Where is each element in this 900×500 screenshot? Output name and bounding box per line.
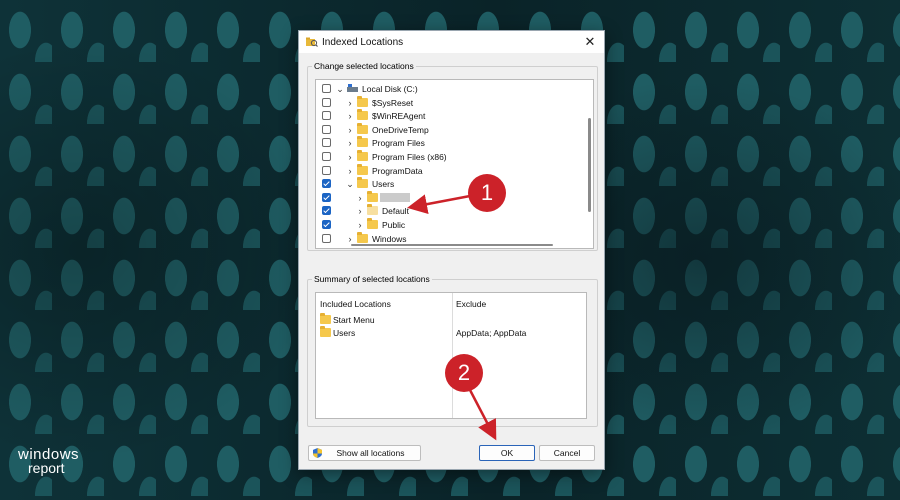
window-title: Indexed Locations [322, 37, 404, 48]
brand-line-2: report [28, 460, 65, 477]
indexed-locations-dialog: Indexed Locations ✕ Change selected loca… [298, 30, 605, 470]
location-checkbox[interactable] [322, 220, 331, 229]
cancel-label: Cancel [553, 448, 581, 458]
location-checkbox[interactable] [322, 165, 331, 175]
location-checkbox[interactable] [322, 138, 331, 148]
tree-item-label: Users [372, 179, 395, 190]
cancel-button[interactable]: Cancel [539, 445, 595, 461]
folder-icon [357, 163, 368, 175]
tree-item-label: Program Files (x86) [372, 152, 447, 162]
close-button[interactable]: ✕ [576, 31, 604, 53]
location-checkbox[interactable] [322, 206, 331, 216]
uac-shield-icon [313, 448, 322, 458]
location-checkbox[interactable] [322, 124, 331, 134]
summary-group: Summary of selected locations Included L… [307, 274, 598, 427]
redacted-label [380, 192, 410, 202]
indexing-options-icon [306, 37, 318, 47]
step-2-badge: 2 [445, 354, 483, 392]
chevron-right-icon[interactable]: › [346, 137, 354, 149]
chevron-right-icon[interactable]: › [346, 124, 354, 136]
chevron-down-icon[interactable]: ⌄ [346, 178, 354, 190]
location-tree[interactable]: ⌄ Local Disk (C:) › $SysReset › $WinREAgent › O… [315, 79, 594, 249]
tree-row[interactable]: ⌄ Users [316, 177, 578, 191]
chevron-down-icon[interactable]: ⌄ [336, 83, 344, 95]
tree-item-label: Windows [372, 233, 407, 244]
tree-row[interactable]: › Program Files (x86) [316, 150, 578, 164]
folder-icon [367, 190, 378, 202]
chevron-right-icon[interactable]: › [346, 110, 354, 122]
tree-vertical-scrollbar[interactable] [588, 118, 591, 212]
exclude-column-header: Exclude [456, 299, 487, 309]
tree-item-label: $WinREAgent [372, 111, 426, 122]
tree-row[interactable]: › Windows [316, 231, 578, 246]
tree-item-label: ProgramData [372, 165, 423, 176]
folder-icon [357, 136, 368, 148]
included-location: Start Menu [333, 315, 375, 325]
chevron-right-icon[interactable]: › [356, 192, 364, 204]
exclude-value: AppData; AppData [456, 328, 527, 338]
folder-icon [357, 177, 368, 189]
location-checkbox[interactable] [322, 233, 331, 243]
chevron-right-icon[interactable]: › [346, 233, 354, 245]
close-icon: ✕ [584, 34, 596, 49]
folder-icon [357, 150, 368, 161]
tree-row[interactable]: › ProgramData [316, 163, 578, 178]
tree-row[interactable]: › Public [316, 218, 578, 232]
folder-icon [357, 95, 368, 107]
included-location: Users [333, 328, 356, 338]
drive-icon [347, 84, 358, 92]
folder-icon [357, 122, 368, 134]
tree-row[interactable]: › Default [316, 204, 578, 218]
location-checkbox[interactable] [322, 84, 331, 93]
folder-icon [367, 218, 378, 229]
show-all-label: Show all locations [336, 448, 405, 458]
folder-icon [357, 231, 368, 243]
summary-list: Included Locations Exclude Start Menu Us… [315, 292, 587, 419]
tree-item-label: Program Files [372, 138, 425, 149]
tree-row[interactable]: › $SysReset [316, 95, 578, 110]
chevron-right-icon[interactable]: › [356, 205, 364, 217]
folder-icon [357, 109, 368, 121]
windows-report-logo: windows report [18, 447, 79, 477]
location-checkbox[interactable] [322, 152, 331, 161]
location-checkbox[interactable] [322, 179, 331, 189]
location-checkbox[interactable] [322, 192, 331, 202]
tree-row[interactable]: › Program Files [316, 136, 578, 150]
chevron-right-icon[interactable]: › [356, 219, 364, 231]
tree-item-label: Local Disk (C:) [362, 84, 418, 94]
column-divider [452, 293, 453, 418]
show-all-locations-button[interactable]: Show all locations [308, 445, 421, 461]
location-checkbox[interactable] [322, 111, 331, 121]
included-column-header: Included Locations [320, 299, 391, 309]
tree-item-label: OneDriveTemp [372, 124, 429, 135]
tree-row[interactable]: › $WinREAgent [316, 109, 578, 123]
tree-row[interactable]: › [316, 190, 578, 205]
location-checkbox[interactable] [322, 97, 331, 107]
ok-button[interactable]: OK [479, 445, 535, 461]
chevron-right-icon[interactable]: › [346, 151, 354, 163]
summary-legend: Summary of selected locations [312, 274, 432, 284]
folder-icon [367, 204, 378, 216]
folder-icon [320, 313, 331, 324]
step-1-badge: 1 [468, 174, 506, 212]
tree-row[interactable]: › OneDriveTemp [316, 122, 578, 137]
folder-icon [320, 326, 331, 337]
tree-item-label: Public [382, 220, 406, 230]
title-bar: Indexed Locations ✕ [299, 31, 604, 53]
chevron-right-icon[interactable]: › [346, 165, 354, 177]
change-locations-group: Change selected locations ⌄ Local Disk (C… [307, 61, 598, 251]
tree-item-label: Default [382, 206, 409, 217]
tree-item-label: $SysReset [372, 97, 414, 108]
change-locations-legend: Change selected locations [312, 61, 416, 71]
tree-row[interactable]: ⌄ Local Disk (C:) [316, 83, 578, 96]
ok-label: OK [500, 448, 514, 458]
chevron-right-icon[interactable]: › [346, 97, 354, 109]
